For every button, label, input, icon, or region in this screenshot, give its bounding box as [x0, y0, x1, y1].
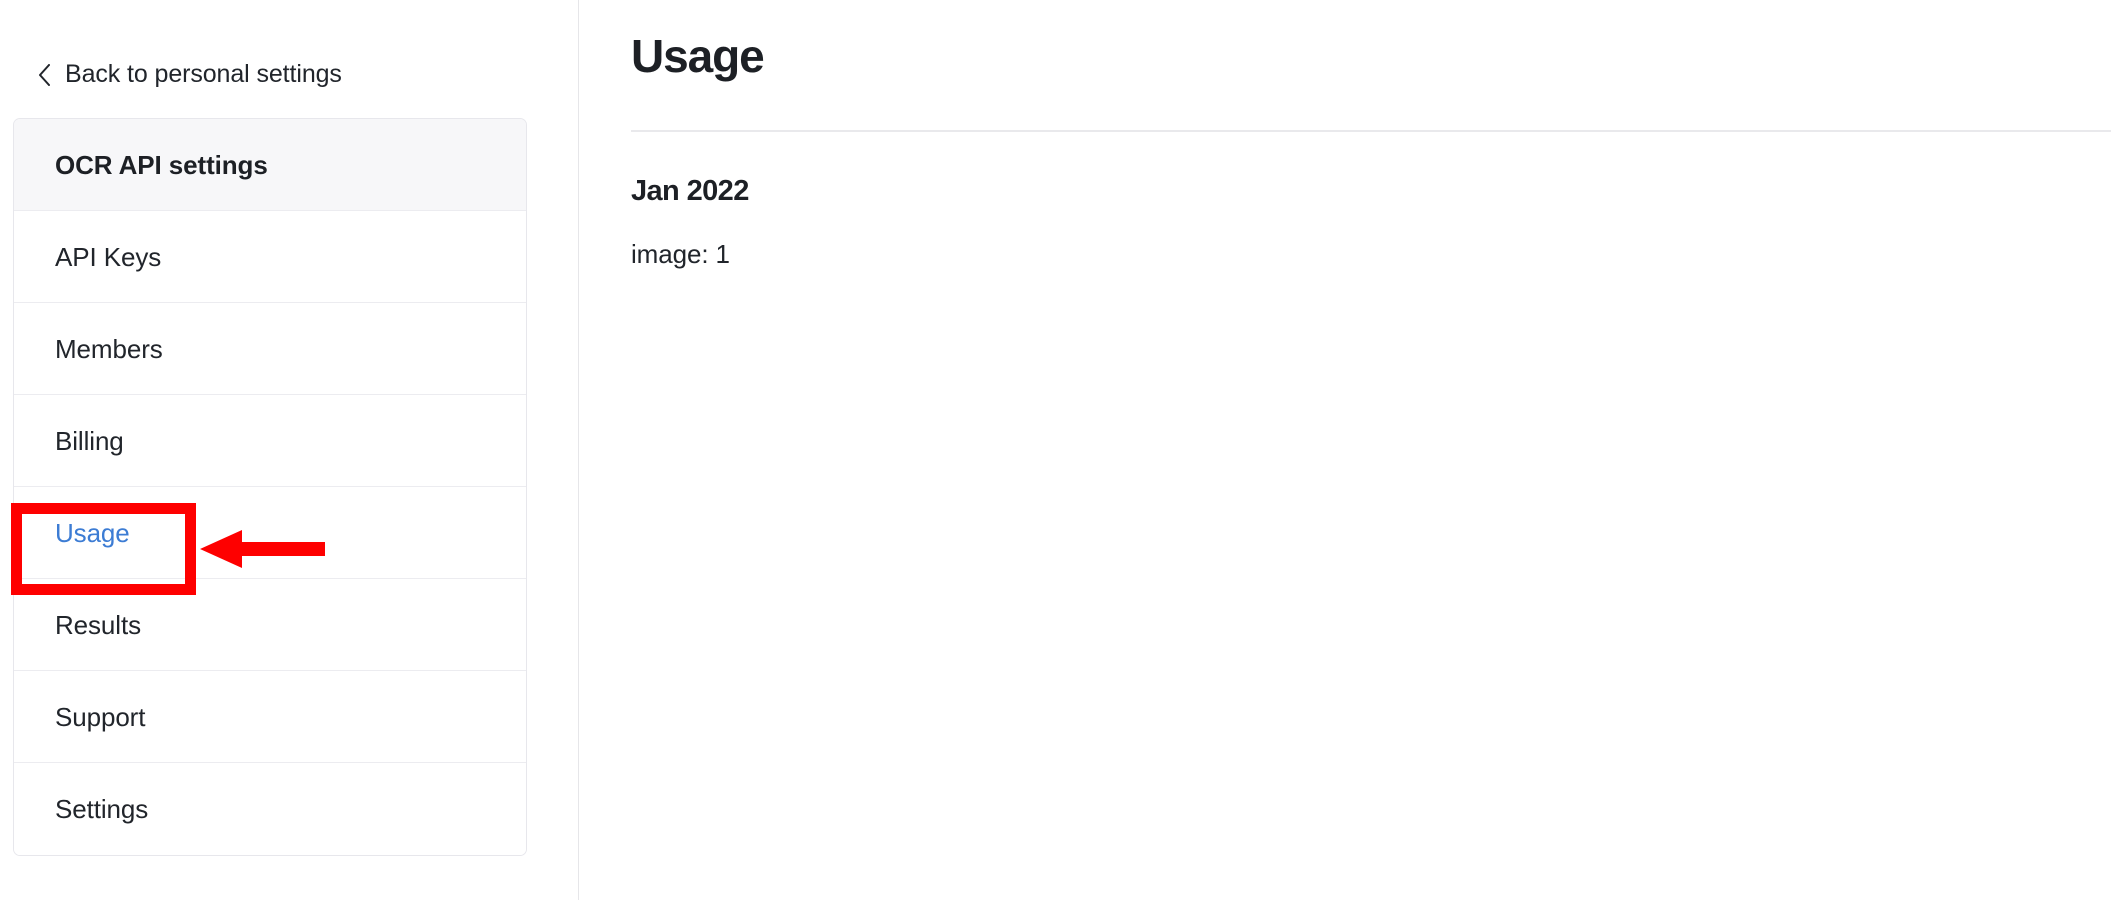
- sidebar-header-ocr-api-settings: OCR API settings: [14, 119, 526, 211]
- sidebar-item-settings[interactable]: Settings: [14, 763, 526, 855]
- sidebar-header-label: OCR API settings: [55, 149, 268, 180]
- sidebar-item-support[interactable]: Support: [14, 671, 526, 763]
- sidebar-item-usage[interactable]: Usage: [14, 487, 526, 579]
- sidebar-item-label: API Keys: [55, 241, 162, 272]
- back-link-label: Back to personal settings: [65, 60, 342, 88]
- sidebar-item-label: Results: [55, 609, 141, 640]
- sidebar-item-label: Usage: [55, 517, 130, 548]
- chevron-left-icon: [38, 63, 51, 86]
- sidebar-item-members[interactable]: Members: [14, 303, 526, 395]
- usage-main-content: Usage Jan 2022 image: 1: [579, 0, 2111, 900]
- usage-month-heading: Jan 2022: [631, 175, 749, 207]
- page-root: Back to personal settings OCR API settin…: [0, 0, 2111, 900]
- sidebar-item-label: Settings: [55, 794, 149, 824]
- settings-sidebar: Back to personal settings OCR API settin…: [0, 0, 578, 900]
- usage-image-count: image: 1: [631, 239, 730, 269]
- sidebar-item-results[interactable]: Results: [14, 579, 526, 671]
- title-divider: [631, 130, 2111, 132]
- sidebar-item-label: Billing: [55, 425, 124, 456]
- sidebar-item-label: Support: [55, 701, 146, 732]
- page-title: Usage: [631, 30, 765, 82]
- back-to-personal-settings-link[interactable]: Back to personal settings: [38, 62, 342, 87]
- sidebar-item-api-keys[interactable]: API Keys: [14, 211, 526, 303]
- sidebar-item-billing[interactable]: Billing: [14, 395, 526, 487]
- sidebar-item-label: Members: [55, 333, 163, 364]
- settings-nav-card: OCR API settings API Keys Members Billin…: [13, 118, 527, 856]
